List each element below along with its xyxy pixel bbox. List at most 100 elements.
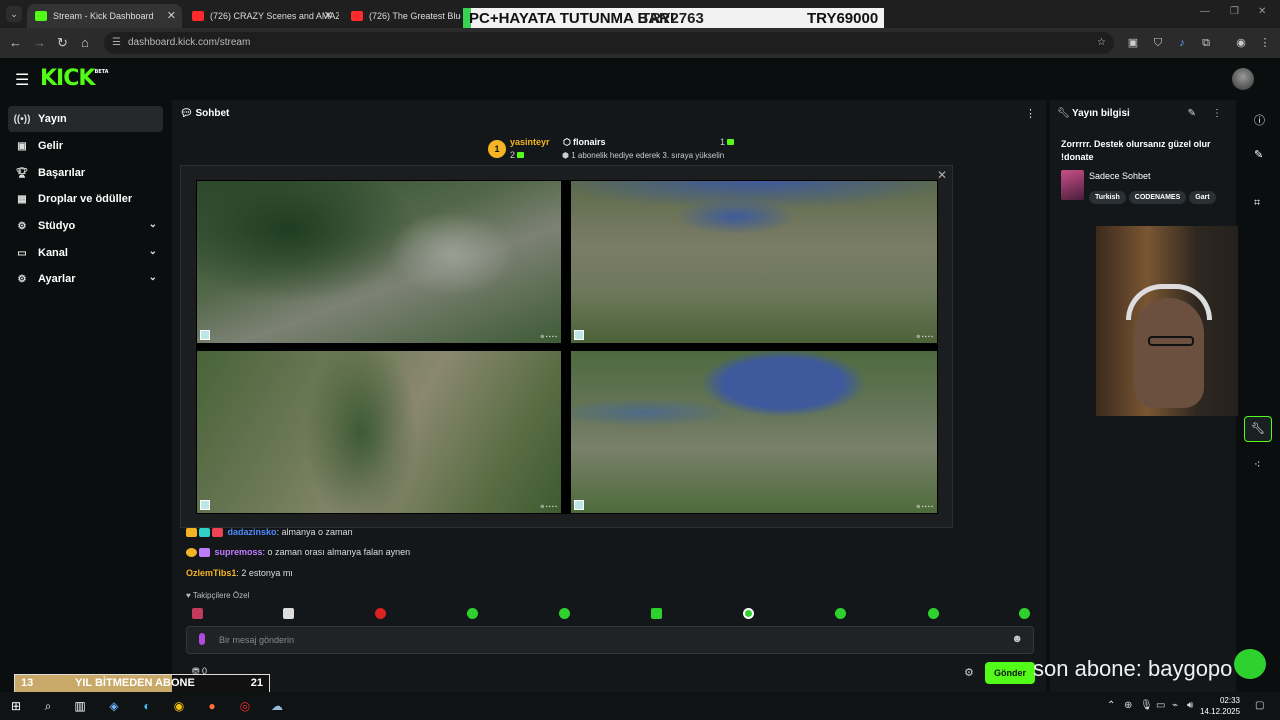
emote-icon[interactable] [1019,608,1030,619]
map-controls-icon[interactable]: ⊕ ▪ ▪ ▪ ▪ [540,334,557,340]
sidebar-item-ayarlar[interactable]: ⚙ Ayarlar ⌄ [8,266,163,292]
search-icon[interactable]: ⌕ [40,698,56,714]
tab-youtube-2[interactable]: (726) The Greatest Blues Ba [343,4,461,28]
tag-chip[interactable]: Turkish [1089,191,1126,204]
tab-label: (726) CRAZY Scenes and AMAZ [210,11,339,21]
tab-search-icon[interactable]: ⌄ [6,6,22,22]
tab-close-icon[interactable]: ✕ [167,9,176,22]
copilot-icon[interactable]: ◈ [106,698,122,714]
category-thumbnail[interactable] [1061,170,1084,200]
windows-start-icon[interactable]: ⊞ [8,698,24,714]
tag-chip[interactable]: CODENAMES [1128,191,1187,204]
chat-message-input[interactable]: Bir mesaj gönderin ☻ [186,626,1034,654]
user-avatar[interactable] [1232,68,1254,90]
chat-settings-icon[interactable]: ⚙ [964,666,974,679]
chat-username[interactable]: dadazinsko [228,527,277,537]
edit-pencil-icon[interactable]: ✎ [1188,108,1196,119]
map-panel-2[interactable]: ⊕ ▪ ▪ ▪ ▪ [571,181,937,343]
back-icon[interactable]: ← [9,35,22,50]
steam-icon[interactable]: ☁ [269,698,285,714]
map-panel-3[interactable]: ⊕ ▪ ▪ ▪ ▪ [197,351,561,513]
emote-icon[interactable] [192,608,203,619]
map-controls-icon[interactable]: ⊕ ▪ ▪ ▪ ▪ [916,334,933,340]
layer-toggle-icon[interactable] [574,330,584,340]
network-icon[interactable]: ⌁ [1172,700,1178,711]
close-icon[interactable]: ✕ [937,168,947,182]
sidebar-item-droplar[interactable]: ▦ Droplar ve ödüller [8,186,163,212]
layer-toggle-icon[interactable] [200,330,210,340]
profile-icon[interactable]: ◉ [1234,36,1248,50]
sidebar-item-yayin[interactable]: ((•)) Yayın [8,106,163,132]
home-icon[interactable]: ⌂ [81,35,89,50]
microphone-icon[interactable] [199,633,205,645]
sidebar-item-basarilar[interactable]: 🏆︎ Başarılar [8,160,163,186]
site-info-icon[interactable]: ☰ [112,32,121,54]
send-button[interactable]: Gönder [985,662,1035,684]
hamburger-menu-icon[interactable]: ☰ [15,70,29,90]
emote-icon[interactable] [467,608,478,619]
minimize-icon[interactable]: — [1200,6,1210,17]
emote-icon[interactable] [928,608,939,619]
system-clock[interactable]: 02:33 14.12.2025 [1200,695,1240,717]
screenshot-icon[interactable]: ▣ [1126,36,1140,50]
second-username[interactable]: flonairs [573,137,606,147]
microphone-tray-icon[interactable]: 🎙︎ [1140,700,1153,711]
leader-username[interactable]: yasinteyr [510,137,550,147]
tray-app-icon[interactable]: ⊕ [1124,700,1132,711]
info-icon[interactable]: ⓘ [1254,112,1265,128]
map-panel-4[interactable]: ⊕ ▪ ▪ ▪ ▪ [571,351,937,513]
url-field[interactable]: ☰ dashboard.kick.com/stream ☆ [104,32,1114,54]
task-view-icon[interactable]: ▥ [72,698,88,714]
reload-icon[interactable]: ↻ [57,35,68,51]
crop-icon[interactable]: ⌗ [1254,197,1260,210]
emote-icon[interactable] [375,608,386,619]
shield-icon[interactable]: ⛉ [1151,36,1165,50]
emote-icon[interactable] [651,608,662,619]
obs-icon[interactable]: ◎ [237,698,253,714]
tab-kick-dashboard[interactable]: Stream - Kick Dashboard ✕ [27,4,182,28]
chat-text: : o zaman orası almanya falan aynen [262,547,411,557]
map-controls-icon[interactable]: ⊕ ▪ ▪ ▪ ▪ [540,504,557,510]
browser-menu-icon[interactable]: ⋮ [1258,36,1272,50]
bookmark-star-icon[interactable]: ☆ [1097,32,1106,54]
gift-icon: ▦ [17,193,27,205]
goal-target: TRY69000 [807,10,879,27]
firefox-icon[interactable]: ● [204,698,220,714]
notifications-icon[interactable]: ▢ [1255,700,1264,711]
layer-toggle-icon[interactable] [200,500,210,510]
pencil-icon[interactable]: ✎ [1254,148,1263,161]
map-panel-1[interactable]: ⊕ ▪ ▪ ▪ ▪ [197,181,561,343]
extensions-icon[interactable]: ⧉ [1199,36,1213,50]
share-icon[interactable]: ⁖ [1254,458,1260,471]
panel-menu-icon[interactable]: ⋮ [1212,108,1222,119]
edge-icon[interactable]: ◐ [139,698,155,714]
emote-icon[interactable] [283,608,294,619]
layer-toggle-icon[interactable] [574,500,584,510]
chat-username[interactable]: supremoss [215,547,263,557]
tag-chip[interactable]: Gart [1189,191,1216,204]
audio-extension-icon[interactable]: ♪ [1175,36,1189,50]
sidebar-item-studyo[interactable]: ⚙︎ Stüdyo ⌄ [8,213,163,239]
sidebar-item-kanal[interactable]: ▭ Kanal ⌄ [8,240,163,266]
tray-app-icon[interactable]: ▭ [1156,700,1165,711]
emoji-icon[interactable]: ☻ [1011,633,1023,645]
tab-youtube-1[interactable]: (726) CRAZY Scenes and AMAZ ✕ [184,4,339,28]
emote-icon[interactable] [835,608,846,619]
tray-chevron-icon[interactable]: ⌃ [1107,700,1115,711]
map-controls-icon[interactable]: ⊕ ▪ ▪ ▪ ▪ [916,504,933,510]
emote-icon[interactable] [559,608,570,619]
chat-menu-icon[interactable]: ⋮ [1025,107,1036,120]
chat-username[interactable]: OzlemTibs1 [186,568,236,578]
stream-tools-button[interactable]: 🔧︎ [1244,416,1272,442]
logo-beta: BETA [94,69,109,75]
emote-icon[interactable] [743,608,754,619]
chrome-icon[interactable]: ◉ [171,698,187,714]
volume-icon[interactable]: 🔊︎ [1187,700,1193,711]
sidebar-item-gelir[interactable]: ▣ Gelir [8,133,163,159]
close-window-icon[interactable]: ✕ [1258,6,1266,17]
tab-close-icon[interactable]: ✕ [324,9,333,22]
kick-logo[interactable]: KICKBETA [40,66,109,91]
forward-icon[interactable]: → [33,35,46,50]
maximize-icon[interactable]: ❐ [1230,6,1239,17]
category-name[interactable]: Sadece Sohbet [1089,171,1151,181]
